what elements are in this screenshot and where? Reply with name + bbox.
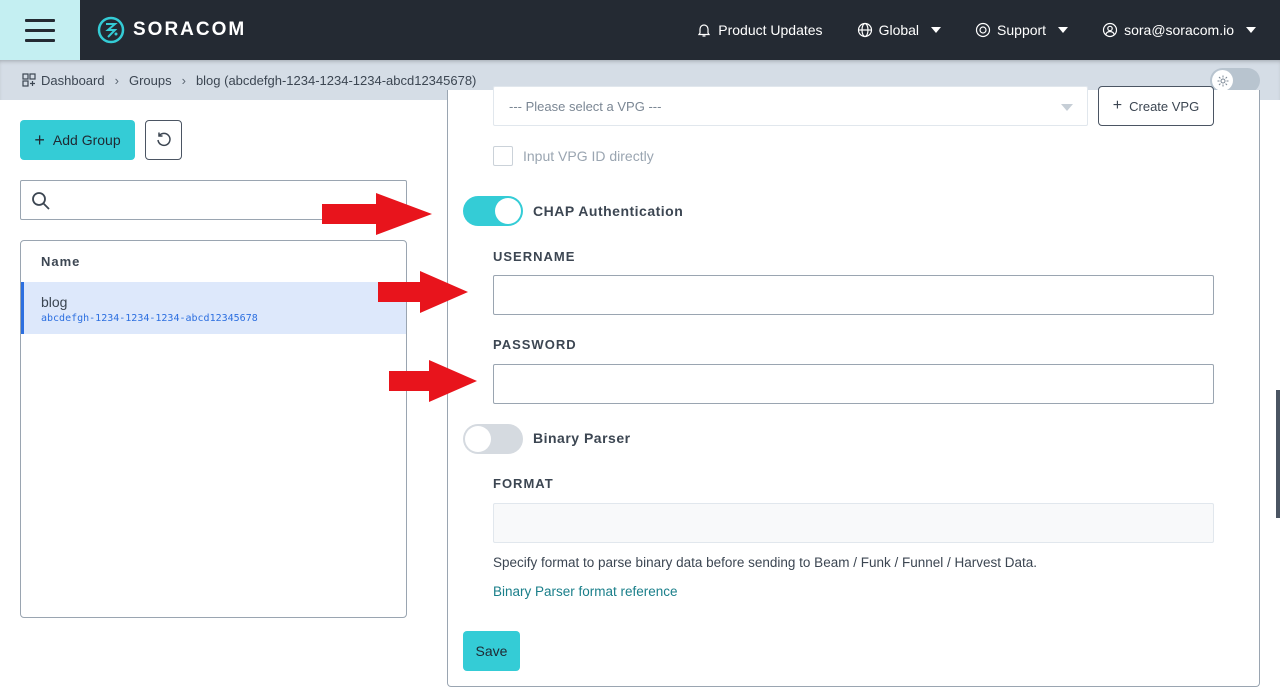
create-vpg-label: Create VPG — [1129, 98, 1200, 114]
format-help-text: Specify format to parse binary data befo… — [493, 555, 1038, 570]
chevron-right-icon: › — [181, 72, 186, 88]
hamburger-menu-button[interactable] — [0, 0, 80, 60]
user-email: sora@soracom.io — [1124, 22, 1234, 38]
breadcrumb-groups[interactable]: Groups — [129, 73, 172, 88]
menu-icon-bar — [25, 28, 55, 32]
plus-icon: + — [1112, 97, 1123, 114]
annotation-arrow-icon — [389, 360, 477, 402]
toggle-knob — [465, 426, 491, 452]
vpg-select[interactable]: --- Please select a VPG --- — [493, 86, 1088, 126]
refresh-icon — [156, 132, 171, 147]
theme-toggle-knob — [1212, 70, 1233, 91]
input-vpg-id-label: Input VPG ID directly — [523, 148, 654, 164]
menu-icon-bar — [25, 18, 55, 22]
user-icon — [1102, 22, 1118, 38]
dashboard-grid-icon — [22, 73, 36, 87]
product-updates-link[interactable]: Product Updates — [696, 22, 823, 38]
binary-parser-label: Binary Parser — [533, 430, 631, 446]
lifebuoy-icon — [975, 22, 991, 38]
save-button[interactable]: Save — [463, 631, 520, 671]
annotation-arrow-icon — [378, 271, 468, 313]
format-label: FORMAT — [493, 476, 554, 491]
user-dropdown[interactable]: sora@soracom.io — [1102, 22, 1256, 38]
support-dropdown[interactable]: Support — [975, 22, 1069, 38]
vpg-select-placeholder: --- Please select a VPG --- — [509, 98, 662, 114]
caret-down-icon — [1058, 27, 1069, 33]
add-group-label: Add Group — [52, 132, 121, 148]
bell-icon — [698, 24, 711, 37]
refresh-button[interactable] — [145, 120, 182, 160]
plus-icon: + — [34, 130, 45, 150]
group-list: Name blog abcdefgh-1234-1234-1234-abcd12… — [20, 240, 407, 618]
username-input[interactable] — [493, 275, 1214, 315]
create-vpg-button[interactable]: + Create VPG — [1098, 86, 1214, 126]
format-input[interactable] — [493, 503, 1214, 543]
username-label: USERNAME — [493, 249, 576, 264]
chap-authentication-label: CHAP Authentication — [533, 203, 684, 219]
dropdown-arrow-icon — [1061, 104, 1073, 111]
search-icon — [32, 192, 50, 210]
region-label: Global — [878, 22, 920, 38]
sun-icon — [1217, 75, 1228, 86]
region-dropdown[interactable]: Global — [857, 22, 942, 38]
binary-parser-toggle[interactable] — [463, 424, 523, 454]
column-header-name[interactable]: Name — [21, 241, 406, 282]
breadcrumb-dashboard[interactable]: Dashboard — [41, 73, 105, 88]
soracom-logo[interactable]: SORACOM — [97, 16, 246, 44]
caret-down-icon — [1246, 27, 1256, 33]
chevron-right-icon: › — [114, 72, 119, 88]
toggle-knob — [495, 198, 521, 224]
password-label: PASSWORD — [493, 337, 577, 352]
product-updates-label: Product Updates — [718, 22, 823, 38]
group-id: abcdefgh-1234-1234-1234-abcd12345678 — [41, 313, 258, 324]
breadcrumb-current: blog (abcdefgh-1234-1234-1234-abcd123456… — [195, 72, 477, 88]
brand-name: SORACOM — [133, 19, 247, 40]
annotation-arrow-icon — [322, 193, 432, 235]
caret-down-icon — [931, 27, 942, 33]
breadcrumb: Dashboard › Groups › blog (abcdefgh-1234… — [22, 60, 476, 100]
support-label: Support — [997, 22, 1047, 38]
globe-icon — [857, 22, 872, 38]
password-input[interactable] — [493, 364, 1214, 404]
chap-authentication-toggle[interactable] — [463, 196, 523, 226]
menu-icon-bar — [25, 38, 55, 42]
scrollbar-thumb[interactable] — [1276, 390, 1280, 518]
add-group-button[interactable]: + Add Group — [20, 120, 135, 160]
input-vpg-id-checkbox[interactable] — [493, 146, 513, 166]
group-list-item[interactable]: blog abcdefgh-1234-1234-1234-abcd1234567… — [21, 282, 406, 334]
group-name: blog — [41, 294, 68, 310]
binary-parser-reference-link[interactable]: Binary Parser format reference — [493, 584, 678, 599]
soracom-logo-icon — [97, 16, 125, 44]
top-navbar: SORACOM Product Updates Global Support s… — [0, 0, 1280, 60]
